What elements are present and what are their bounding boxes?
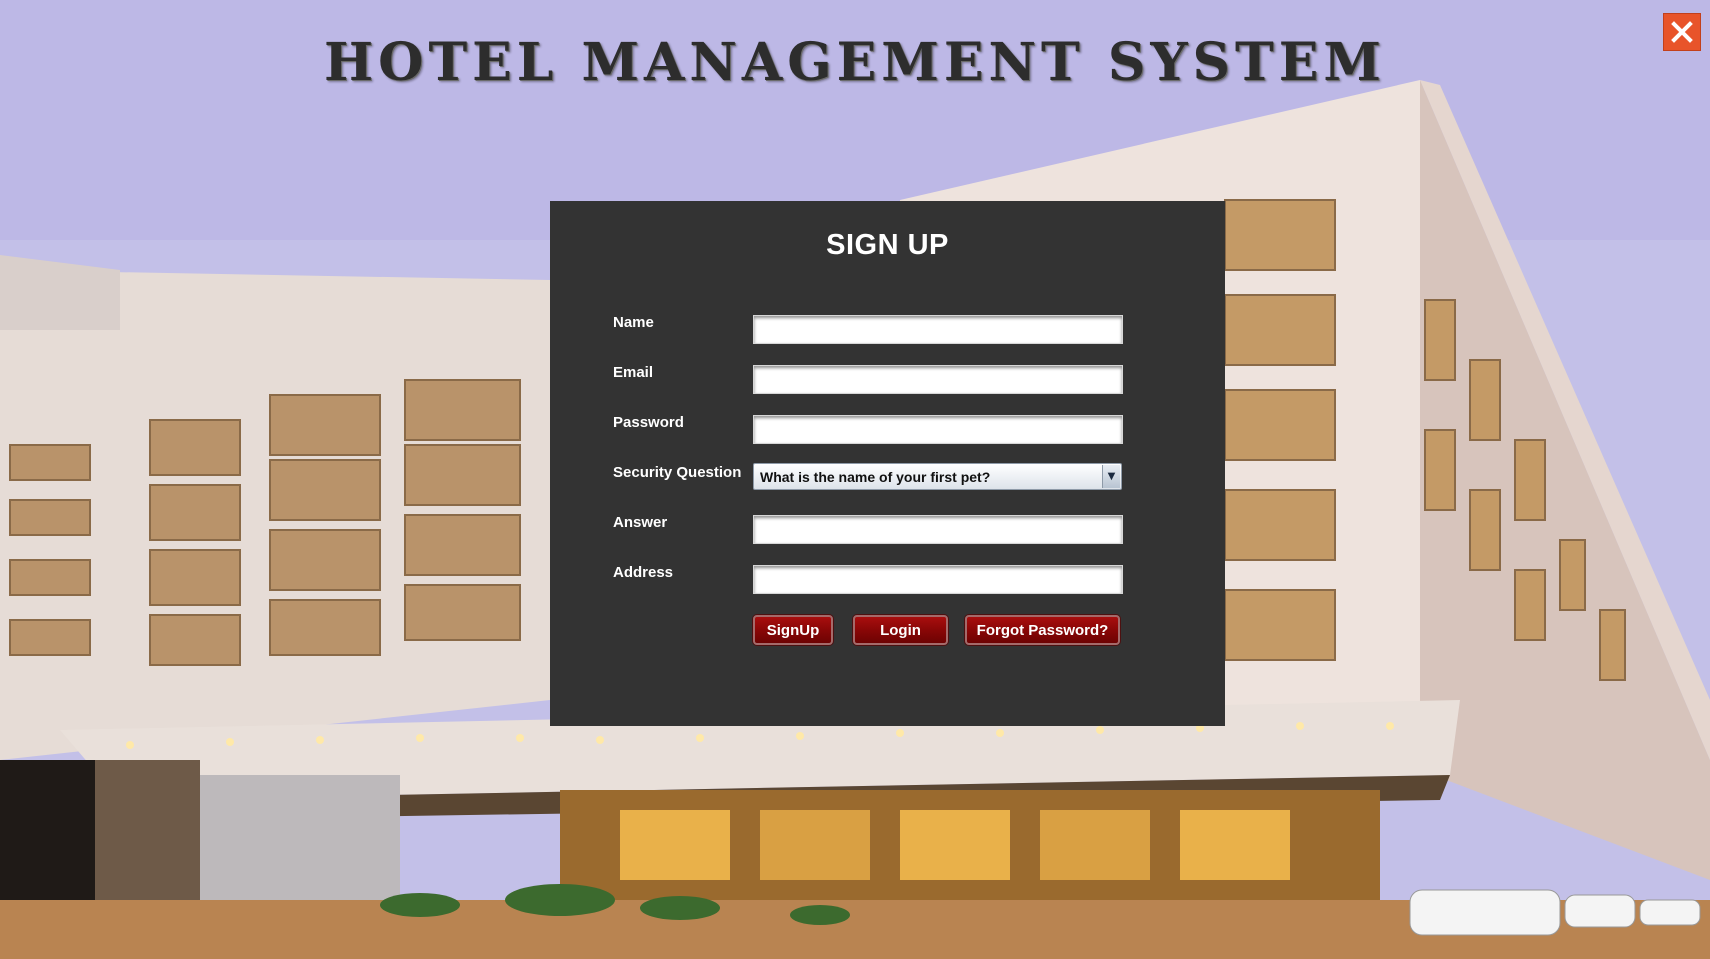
signup-button[interactable]: SignUp <box>753 615 833 645</box>
app-title: HOTEL MANAGEMENT SYSTEM <box>324 32 1386 93</box>
security-question-select[interactable]: What is the name of your first pet? ▼ <box>753 463 1122 490</box>
name-input[interactable] <box>753 315 1123 344</box>
address-label: Address <box>613 564 674 581</box>
close-button[interactable] <box>1663 13 1701 51</box>
name-label: Name <box>613 314 654 331</box>
forgot-password-button[interactable]: Forgot Password? <box>965 615 1120 645</box>
answer-label: Answer <box>613 514 668 531</box>
security-question-label: Security Question <box>613 464 742 481</box>
email-input[interactable] <box>753 365 1123 394</box>
answer-input[interactable] <box>753 515 1123 544</box>
address-input[interactable] <box>753 565 1123 594</box>
signup-panel: SIGN UP Name Email Password Security Que… <box>550 201 1225 726</box>
security-question-value: What is the name of your first pet? <box>760 469 991 485</box>
password-label: Password <box>613 414 684 431</box>
password-input[interactable] <box>753 415 1123 444</box>
close-icon <box>1671 21 1693 43</box>
signup-title: SIGN UP <box>826 229 949 261</box>
chevron-down-icon[interactable]: ▼ <box>1102 465 1120 488</box>
login-button[interactable]: Login <box>853 615 948 645</box>
email-label: Email <box>613 364 654 381</box>
